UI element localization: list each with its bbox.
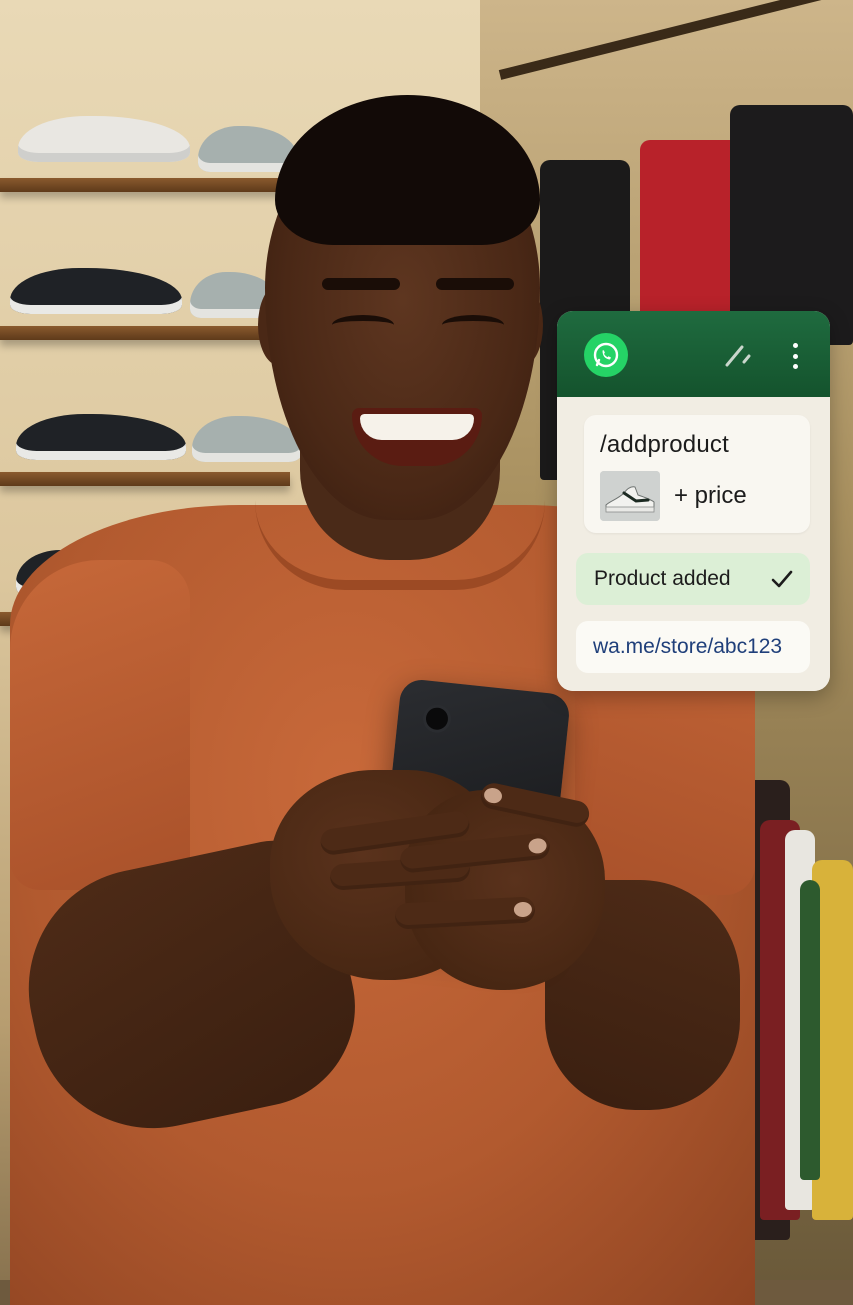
store-link[interactable]: wa.me/store/abc123 [593,635,782,659]
eyebrow [436,278,514,290]
pencil-icon[interactable] [723,341,753,369]
phone-handset-icon [593,342,619,368]
tshirt-sleeve-left [10,560,190,890]
phone-camera-icon [424,706,450,731]
chat-body: /addproduct + price Product added wa.me/… [557,397,830,691]
fingernail [482,786,504,805]
sneaker-thumbnail [600,471,660,521]
menu-dot [792,353,798,359]
sneaker-image[interactable] [600,471,660,521]
whatsapp-logo-icon[interactable] [584,333,628,377]
eye-closed-smiling [442,315,504,335]
chat-header [557,311,830,397]
pencil-shape [725,345,751,367]
store-link-message[interactable]: wa.me/store/abc123 [576,621,810,673]
fingernail [513,901,533,918]
fingernail [527,837,548,855]
teeth [360,414,474,440]
whatsapp-chat-card: /addproduct + price Product added wa.me/… [557,311,830,691]
command-text: /addproduct [600,431,729,458]
outgoing-message-bubble[interactable]: /addproduct + price [584,415,810,533]
menu-dot [792,364,798,369]
price-text: + price [674,482,747,509]
confirmation-text: Product added [594,567,731,590]
eye-closed-smiling [332,315,394,335]
checkmark-icon [771,570,793,588]
vertical-dots-menu-icon[interactable] [782,341,808,371]
hair [275,95,540,245]
product-added-confirmation: Product added [576,553,810,605]
eyebrow [322,278,400,290]
menu-dot [792,343,798,348]
